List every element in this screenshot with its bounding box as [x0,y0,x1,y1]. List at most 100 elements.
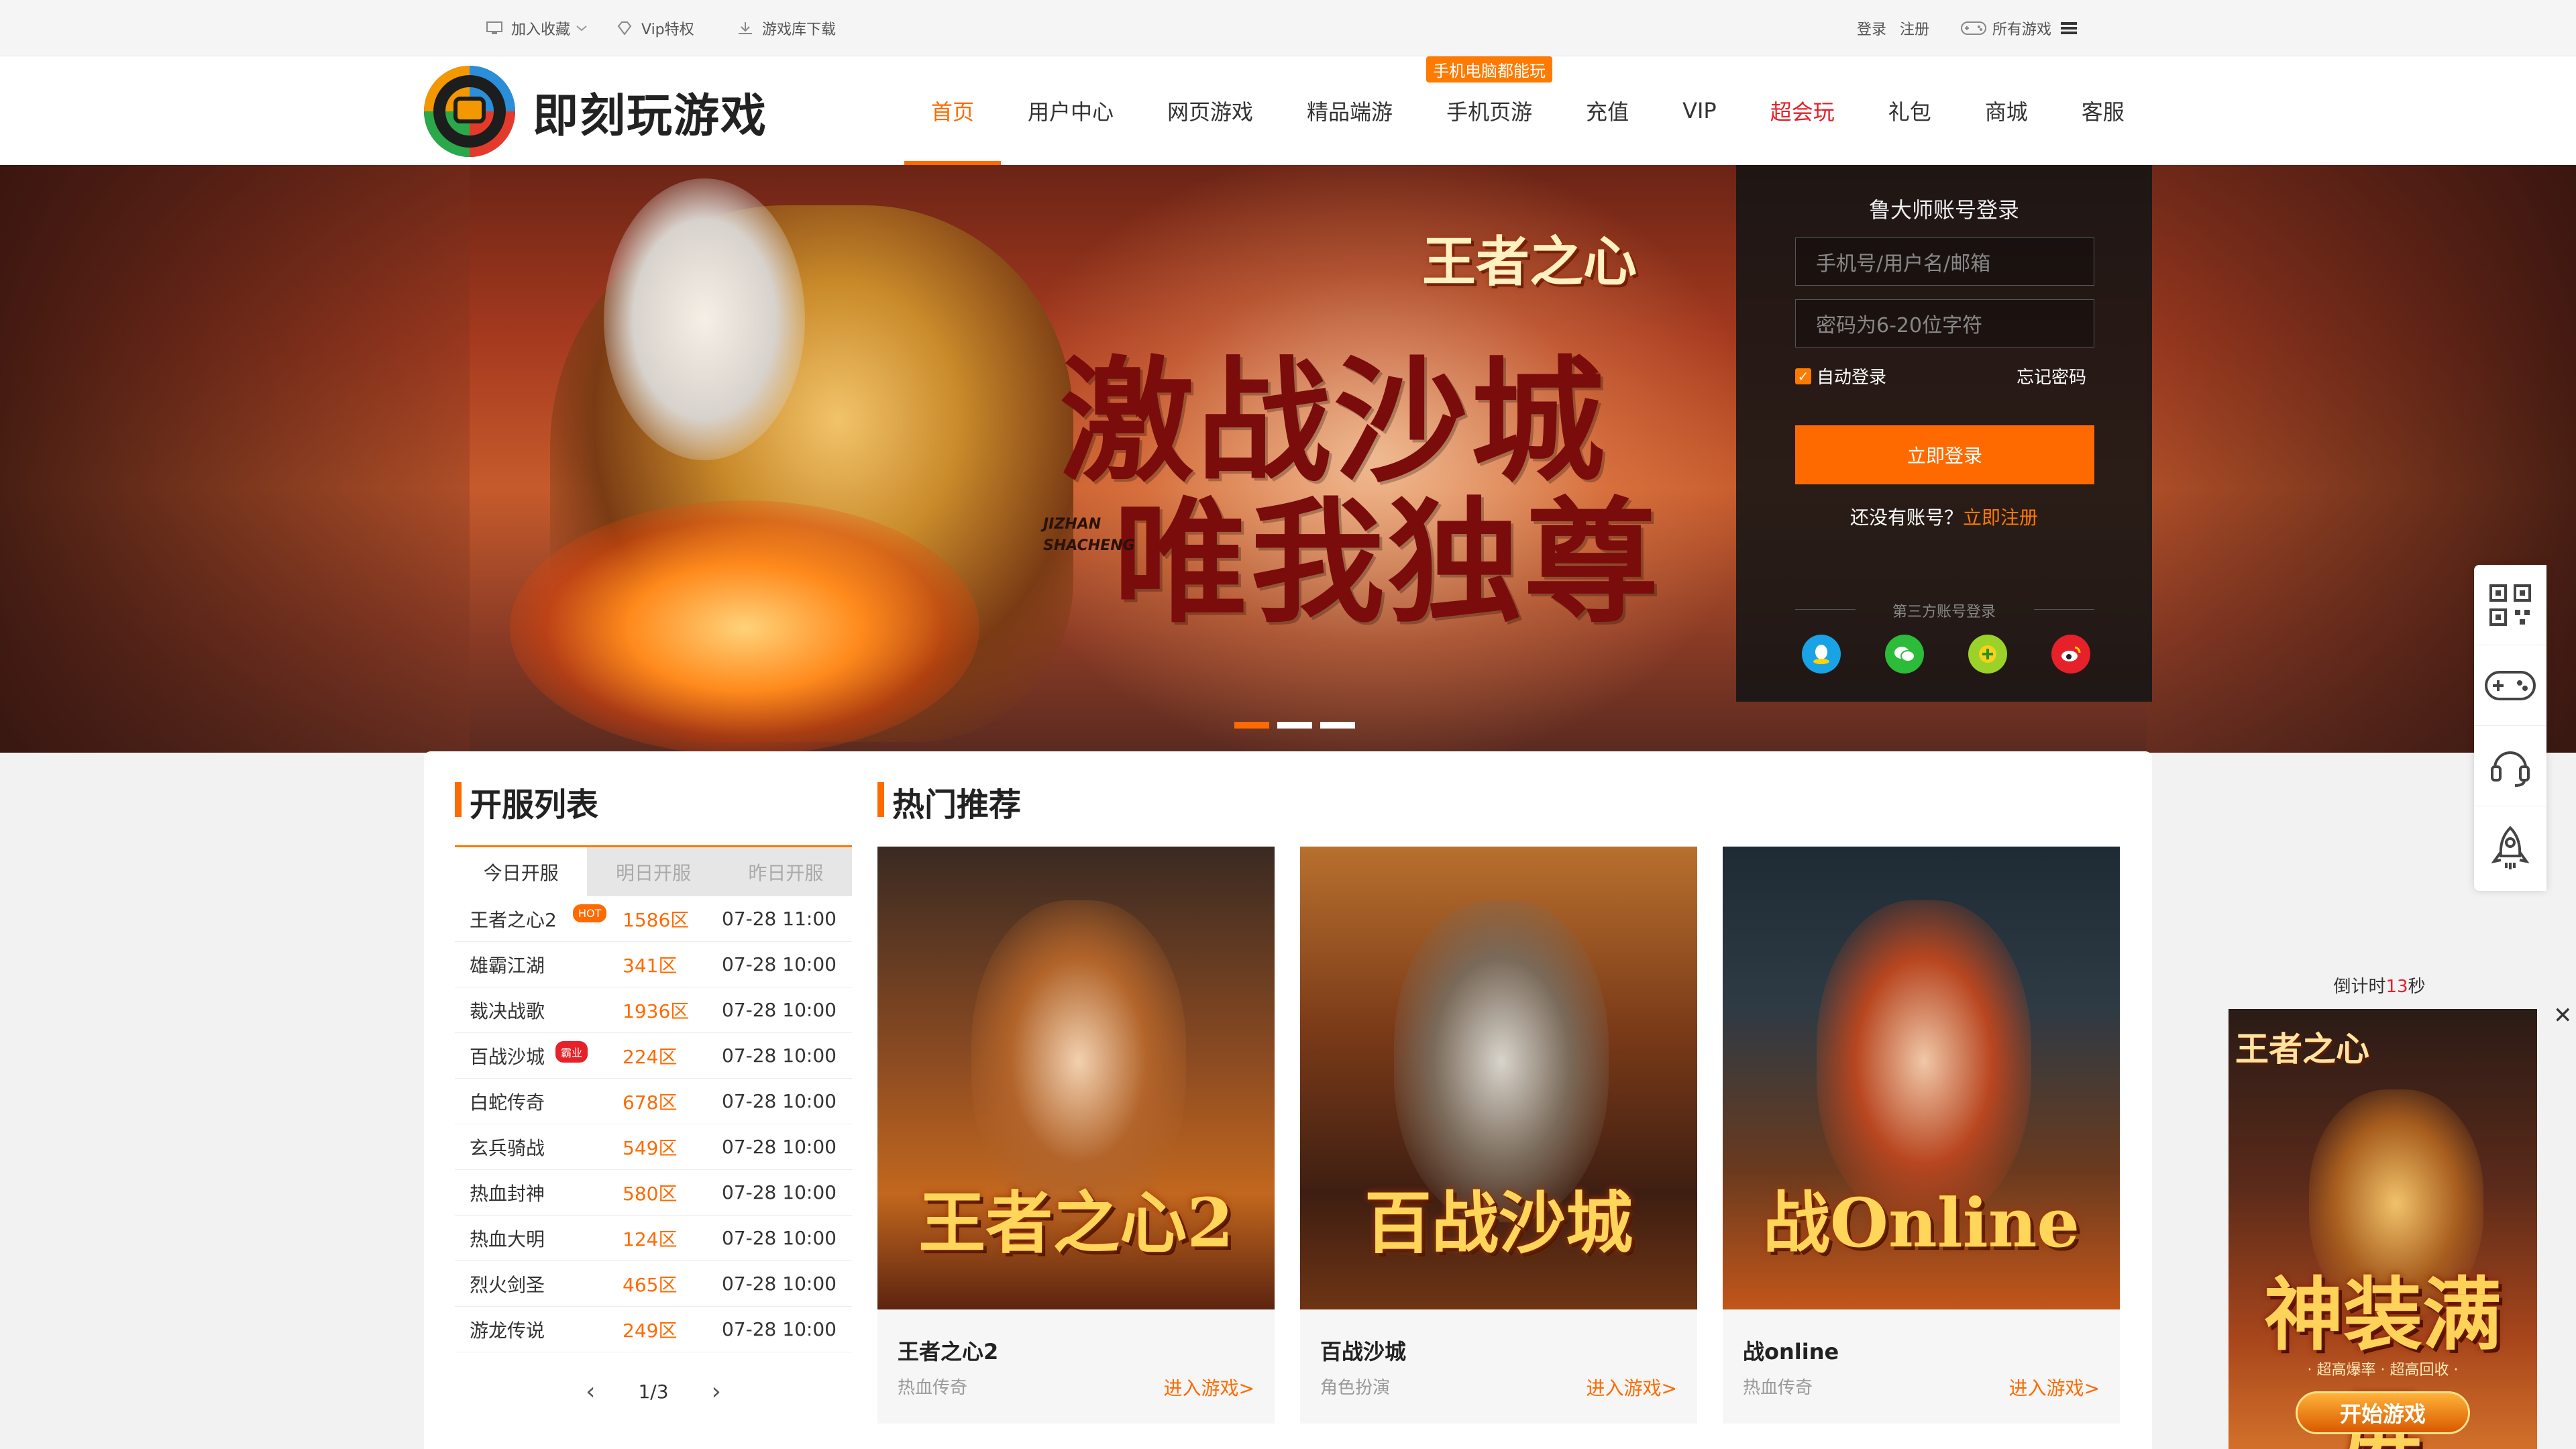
download-link[interactable]: 游戏库下载 [737,0,836,56]
nav-label: VIP [1682,98,1717,123]
banner-bg-left [0,165,470,753]
server-row[interactable]: 百战沙城 霸业 224区 07-28 10:00 [455,1033,852,1079]
server-time: 07-28 10:00 [722,1090,837,1112]
server-row[interactable]: 游龙传说 249区 07-28 10:00 [455,1307,852,1352]
wechat-login-icon[interactable] [1885,635,1924,674]
back-to-top-button[interactable] [2474,806,2546,891]
game-card-art[interactable]: 战Online [1723,847,2120,1309]
start-game-button[interactable]: 开始游戏 [2296,1391,2470,1434]
nav-label: 礼包 [1888,99,1931,125]
qq-login-icon[interactable] [1802,635,1841,674]
banner-pinyin-2: SHACHENG [1043,537,1135,554]
server-row[interactable]: 王者之心2 HOT 1586区 07-28 11:00 [455,896,852,942]
tab-yesterday[interactable]: 昨日开服 [719,847,852,896]
plus-login-icon[interactable] [1968,635,2007,674]
register-link[interactable]: 注册 [1900,17,1929,39]
server-name: 白蛇传奇 [470,1091,545,1114]
register-now-link[interactable]: 立即注册 [1963,506,2038,529]
site-logo[interactable]: 即刻玩游戏 [424,66,768,157]
hero-banner[interactable]: 王者之心 激战沙城 唯我独尊 JIZHAN SHACHENG [0,165,2576,753]
countdown-suffix: 秒 [2408,977,2426,997]
carousel-dot[interactable] [1277,722,1312,729]
username-input[interactable]: 手机号/用户名/邮箱 [1795,237,2094,286]
login-button[interactable]: 立即登录 [1795,425,2094,484]
no-account-text: 还没有账号？ [1849,506,1963,529]
qr-code-button[interactable] [2474,565,2546,645]
nav-user-center[interactable]: 用户中心 [1001,56,1140,165]
server-zone: 1936区 [623,1000,690,1022]
carousel-dot[interactable] [1234,722,1269,729]
customer-service-button[interactable] [2474,726,2546,806]
wechat-icon [1894,647,1915,662]
login-link[interactable]: 登录 [1857,17,1886,39]
nav-recharge[interactable]: 充值 [1559,56,1656,165]
nav-mobile-games[interactable]: 手机电脑都能玩 手机页游 [1419,56,1559,165]
server-row[interactable]: 热血封神 580区 07-28 10:00 [455,1170,852,1216]
bookmark-label: 加入收藏 [511,21,571,38]
games-button[interactable] [2474,645,2546,726]
server-name: 热血大明 [470,1228,545,1250]
nav-home[interactable]: 首页 [904,56,1002,165]
floating-toolbar [2474,565,2546,891]
close-icon[interactable]: ✕ [2553,1002,2573,1029]
bookmark-link[interactable]: 加入收藏 [486,0,588,56]
nav-super-play[interactable]: 超会玩 [1743,56,1862,165]
logo-text: 即刻玩游戏 [533,89,768,143]
server-row[interactable]: 玄兵骑战 549区 07-28 10:00 [455,1124,852,1170]
checkbox-checked-icon: ✓ [1795,368,1811,384]
password-input[interactable]: 密码为6-20位字符 [1795,299,2094,347]
server-zone: 124区 [623,1228,678,1250]
server-time: 07-28 10:00 [722,1136,837,1158]
game-card[interactable]: 百战沙城 百战沙城 角色扮演 进入游戏> [1300,847,1697,1424]
game-card[interactable]: 战Online 战online 热血传奇 进入游戏> [1723,847,2120,1424]
game-card-logo: 王者之心2 [918,1183,1234,1263]
nav-gifts[interactable]: 礼包 [1862,56,1958,165]
tab-today[interactable]: 今日开服 [455,847,588,896]
menu-icon [2061,22,2078,34]
auto-login-checkbox[interactable]: ✓ 自动登录 [1795,364,1886,388]
content-panel: 开服列表 热门推荐 今日开服 明日开服 昨日开服 王者之心2 HOT 1586区… [424,751,2152,1449]
prev-page-icon[interactable]: ‹ [586,1378,595,1405]
forgot-password-link[interactable]: 忘记密码 [2017,364,2086,388]
ad-image[interactable]: 王者之心 神装满屏 · 超高爆率 · 超高回收 · 开始游戏 [2229,1009,2537,1449]
enter-game-link[interactable]: 进入游戏> [1587,1374,1677,1401]
nav-support[interactable]: 客服 [2055,56,2151,165]
nav-shop[interactable]: 商城 [1958,56,2055,165]
server-pager: ‹ 1/3 › [455,1358,852,1425]
server-row[interactable]: 裁决战歌 1936区 07-28 10:00 [455,987,852,1033]
logo-icon [424,66,515,157]
monitor-icon [486,21,502,34]
game-card-art[interactable]: 王者之心2 [877,847,1275,1309]
nav-label: 用户中心 [1028,99,1114,125]
nav-client-games[interactable]: 精品端游 [1280,56,1419,165]
server-row[interactable]: 烈火剑圣 465区 07-28 10:00 [455,1261,852,1307]
server-time: 07-28 10:00 [722,1181,837,1203]
next-page-icon[interactable]: › [712,1378,721,1405]
all-games-menu[interactable]: 所有游戏 [1960,0,2078,56]
nav-vip[interactable]: VIP [1656,56,1743,165]
nav-label: 充值 [1586,99,1629,125]
vip-link[interactable]: Vip特权 [616,0,694,56]
nav-label: 首页 [931,99,975,125]
server-time: 07-28 10:00 [722,1273,837,1295]
weibo-login-icon[interactable] [2051,635,2090,674]
server-row[interactable]: 雄霸江湖 341区 07-28 10:00 [455,942,852,987]
server-name: 裁决战歌 [470,1000,545,1022]
server-zone: 249区 [623,1319,678,1342]
nav-label: 网页游戏 [1167,99,1254,125]
game-card-art[interactable]: 百战沙城 [1300,847,1697,1309]
hot-games-title: 热门推荐 [877,778,1021,825]
nav-web-games[interactable]: 网页游戏 [1140,56,1280,165]
game-card[interactable]: 王者之心2 王者之心2 热血传奇 进入游戏> [877,847,1275,1424]
enter-game-link[interactable]: 进入游戏> [2009,1374,2100,1401]
server-row[interactable]: 热血大明 124区 07-28 10:00 [455,1216,852,1261]
gamepad-icon [2485,670,2536,700]
tab-tomorrow[interactable]: 明日开服 [587,847,720,896]
carousel-dots [1234,722,1363,729]
banner-pinyin: JIZHAN SHACHENG [1043,514,1135,557]
server-zone: 549区 [623,1136,678,1159]
server-row[interactable]: 白蛇传奇 678区 07-28 10:00 [455,1079,852,1124]
carousel-dot[interactable] [1320,722,1355,729]
banner-game-logo: 王者之心 [1422,230,1637,293]
enter-game-link[interactable]: 进入游戏> [1164,1374,1254,1401]
